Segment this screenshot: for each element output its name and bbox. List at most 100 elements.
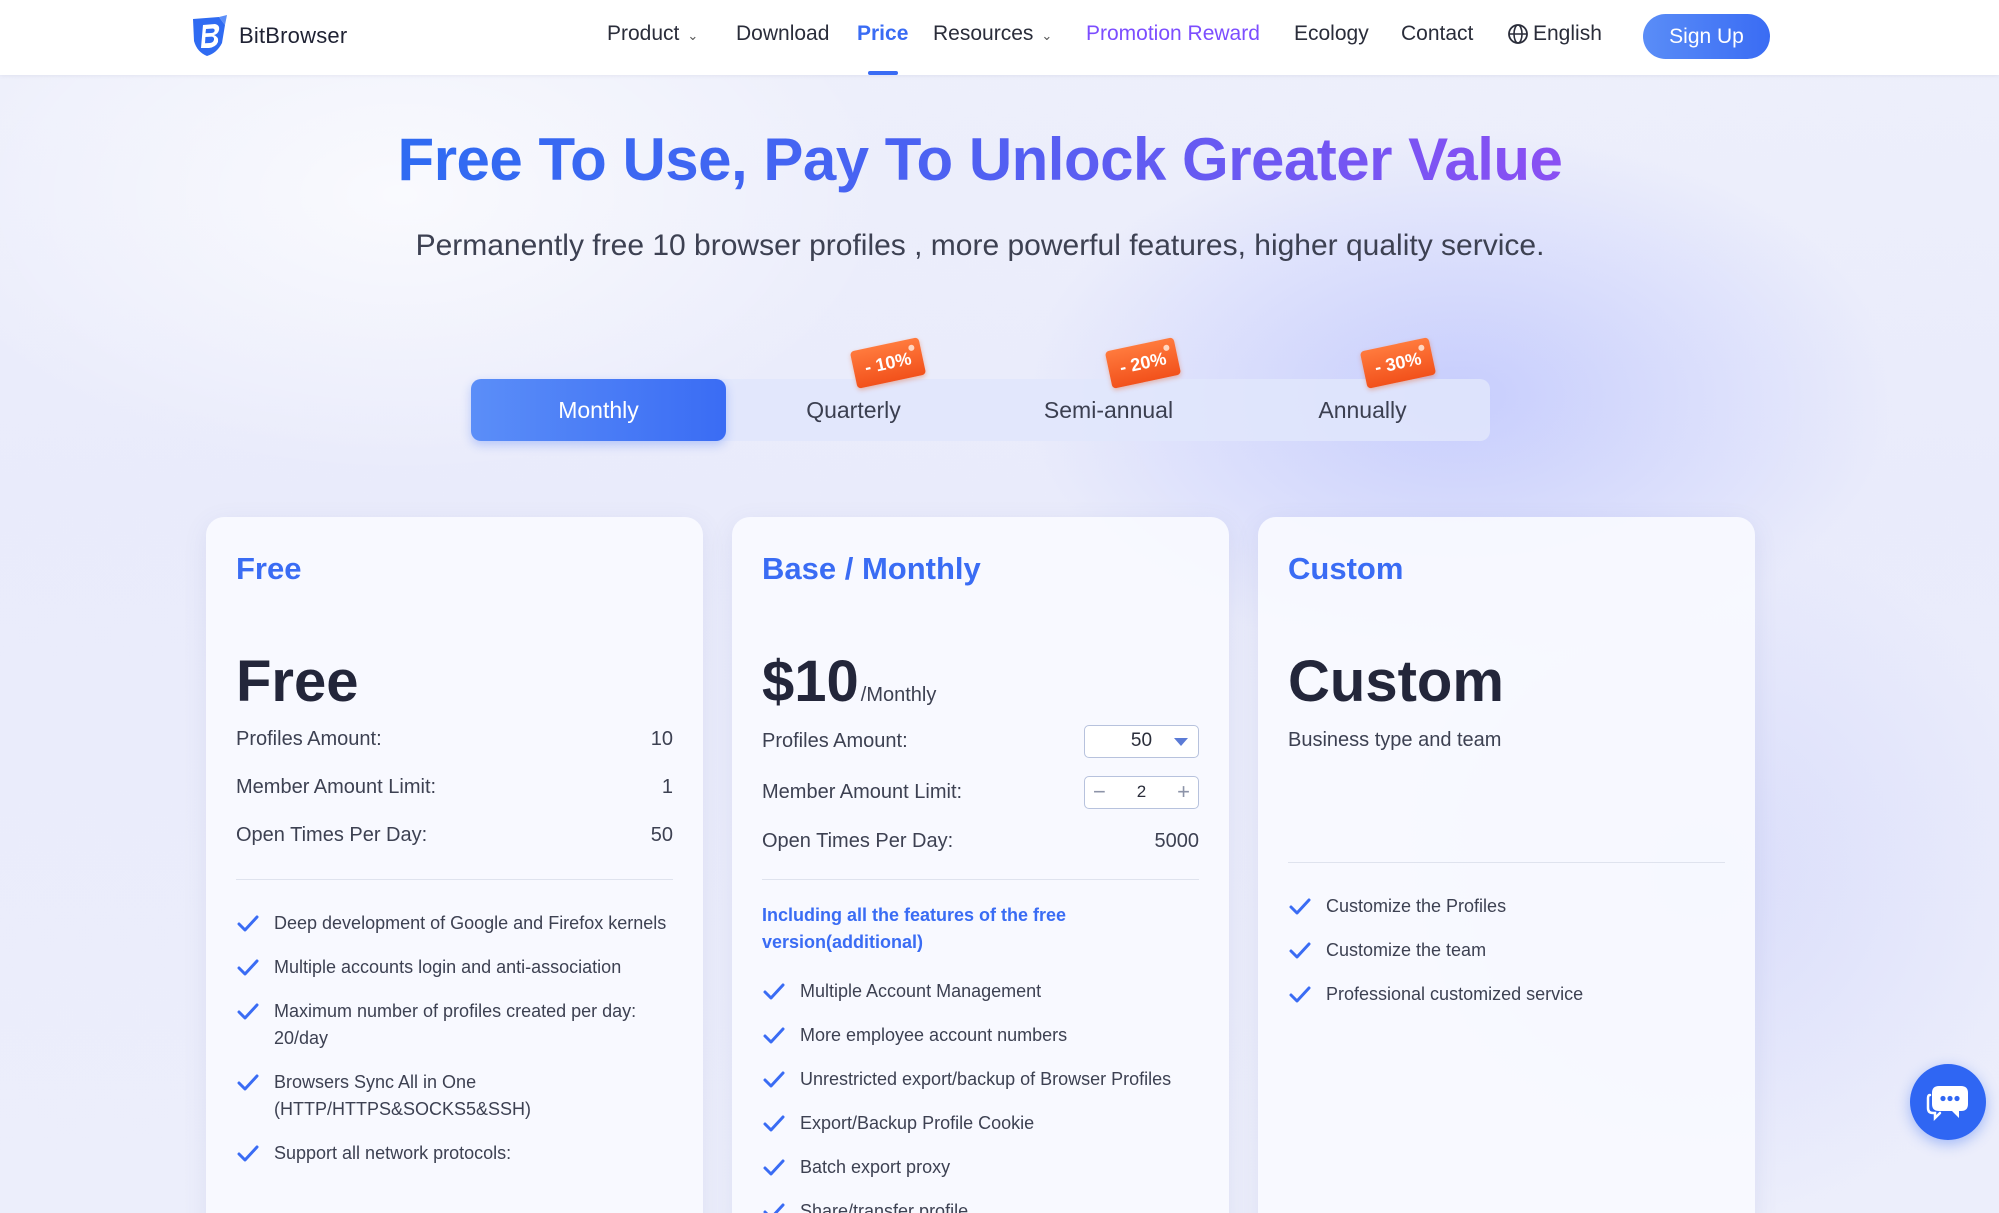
feature-list: Deep development of Google and Firefox k… [236,910,673,1167]
check-icon [1289,898,1311,915]
feature-item: Deep development of Google and Firefox k… [236,910,673,937]
tab-quarterly[interactable]: Quarterly [726,379,981,441]
nav-active-indicator [868,71,898,75]
member-limit-label: Member Amount Limit: [236,775,437,798]
profiles-amount-selected: 50 [1130,730,1153,751]
feature-text: Batch export proxy [800,1157,951,1177]
nav-contact[interactable]: Contact [1401,22,1473,46]
nav-promotion-reward[interactable]: Promotion Reward [1086,22,1260,46]
feature-text: Unrestricted export/backup of Browser Pr… [800,1069,1172,1089]
globe-icon [1508,24,1528,44]
check-icon [763,1203,785,1213]
chat-bubble-icon [1926,1086,1968,1122]
member-quantity-value[interactable]: 2 [1137,782,1146,802]
bitbrowser-logo-icon [193,15,227,56]
feature-item: Export/Backup Profile Cookie [762,1110,1199,1137]
language-selector[interactable]: English [1507,22,1602,46]
nav-download[interactable]: Download [736,22,829,46]
dropdown-caret-icon [1174,737,1188,746]
nav-ecology[interactable]: Ecology [1294,22,1369,46]
brand-logo[interactable]: BitBrowser [189,15,347,57]
feature-item: Customize the team [1288,937,1725,964]
check-icon [237,1145,259,1162]
plan-title: Base / Monthly [762,551,981,586]
divider [762,879,1199,880]
check-icon [237,915,259,932]
plan-price: Custom [1288,649,1504,714]
increment-button[interactable]: + [1177,781,1190,803]
feature-item: Unrestricted export/backup of Browser Pr… [762,1066,1199,1093]
nav-price-label: Price [857,22,909,45]
nav-ecology-label: Ecology [1294,22,1369,45]
profiles-amount-select[interactable]: 50 [1084,724,1199,758]
check-icon [237,1003,259,1020]
plan-price: $10 [762,649,859,714]
feature-text: Support all network protocols: [274,1143,512,1163]
feature-text: Customize the team [1326,940,1487,960]
feature-text: Deep development of Google and Firefox k… [274,913,667,933]
plan-price-unit: /Monthly [860,684,937,706]
language-label: English [1533,22,1602,45]
check-icon [237,1074,259,1091]
decrement-button[interactable]: − [1093,781,1106,803]
plan-price-row: Free [236,643,673,713]
chevron-down-icon: ⌄ [687,27,699,43]
open-times-label: Open Times Per Day: [236,823,428,846]
feature-list: Multiple Account Management More employe… [762,978,1199,1213]
page-title: Free To Use, Pay To Unlock Greater Value [0,125,1960,194]
check-icon [763,1115,785,1132]
profiles-amount-value: 10 [650,727,673,750]
nav-resources-label: Resources [933,22,1034,45]
plan-card-custom: Custom Custom Business type and team Cus… [1258,517,1755,1213]
feature-item: Browsers Sync All in One (HTTP/HTTPS&SOC… [236,1069,673,1123]
member-limit-row: Member Amount Limit: − 2 + [762,767,1199,817]
plan-card-base: Base / Monthly $10 /Monthly Profiles Amo… [732,517,1229,1213]
feature-item: Customize the Profiles [1288,893,1725,920]
feature-text: Professional customized service [1326,984,1584,1004]
feature-list: Customize the Profiles Customize the tea… [1288,893,1725,1008]
open-times-row: Open Times Per Day: 50 [236,811,673,859]
included-features-note: Including all the features of the free v… [762,905,1067,952]
open-times-label: Open Times Per Day: [762,829,954,852]
open-times-value: 5000 [1154,829,1200,852]
feature-item: Share/transfer profile [762,1198,1199,1213]
page-subtitle: Permanently free 10 browser profiles , m… [415,229,1545,262]
feature-text: Multiple Account Management [800,981,1042,1001]
check-icon [763,1071,785,1088]
plan-title: Free [236,551,302,586]
feature-item: More employee account numbers [762,1022,1199,1049]
feature-item: Multiple accounts login and anti-associa… [236,954,673,981]
top-navbar: BitBrowser Product ⌄ Download Price Reso… [0,0,1999,75]
profiles-amount-label: Profiles Amount: [762,729,908,752]
feature-text: Multiple accounts login and anti-associa… [274,957,622,977]
sign-up-button[interactable]: Sign Up [1643,14,1770,59]
plan-price: Free [236,649,359,714]
profiles-amount-label: Profiles Amount: [236,727,382,750]
chevron-down-icon: ⌄ [1041,27,1053,43]
divider [236,879,673,880]
open-times-row: Open Times Per Day: 5000 [762,817,1199,865]
check-icon [237,959,259,976]
billing-period-tabs: Monthly Quarterly Semi-annual Annually [471,379,1490,441]
feature-item: Batch export proxy [762,1154,1199,1181]
nav-product[interactable]: Product ⌄ [607,22,698,46]
feature-text: Customize the Profiles [1326,896,1507,916]
chat-support-button[interactable] [1910,1064,1986,1140]
feature-item: Professional customized service [1288,981,1725,1008]
profiles-amount-row: Profiles Amount: 50 [762,715,1199,767]
nav-product-label: Product [607,22,680,45]
plan-price-row: $10 /Monthly [762,643,1199,713]
page-title-text: Free To Use, Pay To Unlock Greater Value [397,126,1563,193]
check-icon [763,983,785,1000]
feature-text: Export/Backup Profile Cookie [800,1113,1035,1133]
member-quantity-stepper: − 2 + [1084,775,1199,809]
tab-annually[interactable]: Annually [1235,379,1490,441]
feature-text: Browsers Sync All in One (HTTP/HTTPS&SOC… [274,1072,532,1119]
tab-monthly[interactable]: Monthly [471,379,726,441]
tab-semi-annual[interactable]: Semi-annual [981,379,1236,441]
feature-text: Share/transfer profile [800,1201,969,1213]
check-icon [1289,942,1311,959]
nav-price[interactable]: Price [857,22,908,46]
nav-resources[interactable]: Resources ⌄ [933,22,1052,46]
feature-text: Maximum number of profiles created per d… [274,1001,637,1048]
